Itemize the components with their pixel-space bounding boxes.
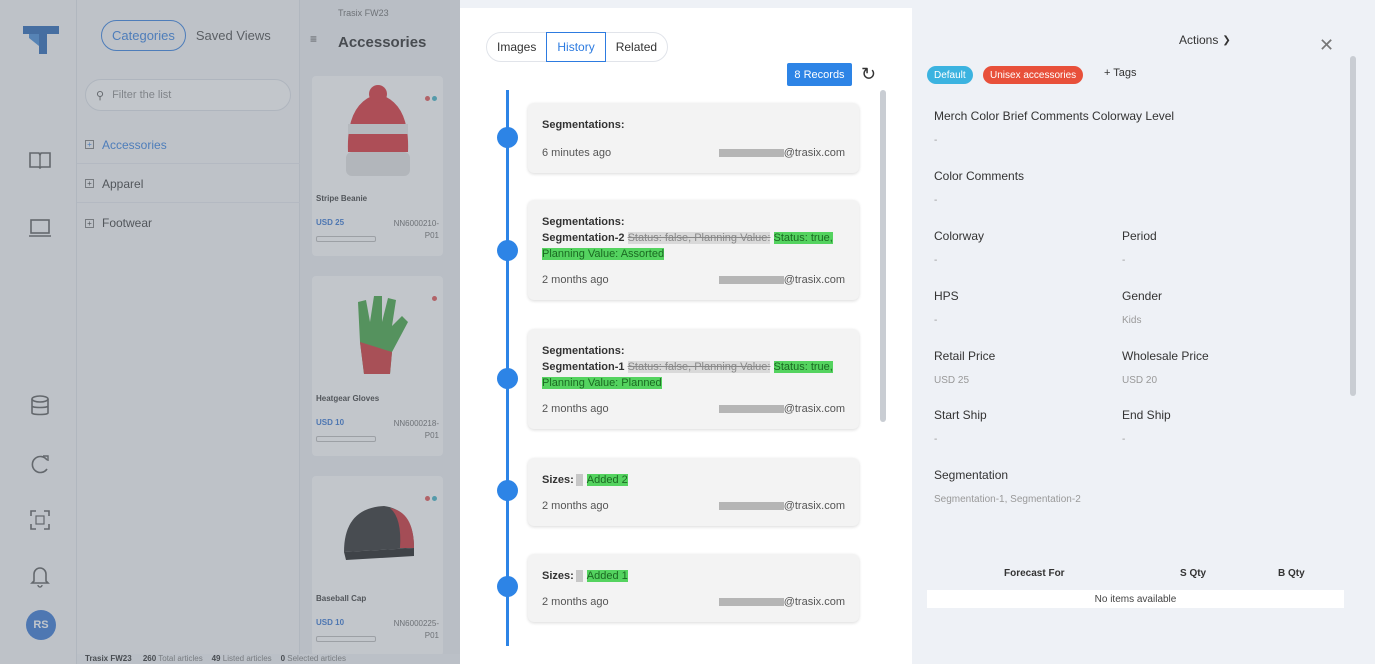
- modal-backdrop[interactable]: [0, 0, 460, 664]
- timeline-dot: [497, 480, 518, 501]
- field-end-ship: End Ship -: [1122, 408, 1171, 445]
- field-color-comments: Color Comments -: [934, 169, 1025, 206]
- tab-history[interactable]: History: [546, 32, 606, 62]
- tab-images[interactable]: Images: [487, 32, 546, 62]
- field-wholesale-price: Wholesale Price USD 20: [1122, 349, 1209, 386]
- history-scrollbar[interactable]: [880, 90, 886, 422]
- records-count-button[interactable]: 8 Records: [787, 63, 852, 86]
- chevron-down-icon: ❯: [1222, 34, 1231, 46]
- tag-default[interactable]: Default: [927, 66, 973, 84]
- entry-user: @trasix.com: [718, 500, 845, 512]
- forecast-empty-state: No items available: [927, 590, 1344, 608]
- entry-time: 2 months ago: [542, 403, 609, 415]
- redacted-email: [718, 502, 784, 510]
- field-start-ship: Start Ship -: [934, 408, 987, 445]
- redacted-email: [718, 276, 784, 284]
- timeline-dot: [497, 240, 518, 261]
- close-icon[interactable]: ✕: [1319, 35, 1334, 56]
- removed-value: Status: false, Planning Value:: [627, 232, 771, 244]
- field-segmentation: Segmentation Segmentation-1, Segmentation…: [934, 468, 1081, 505]
- actions-dropdown[interactable]: Actions ❯: [1179, 33, 1231, 47]
- forecast-header-for[interactable]: Forecast For: [1004, 568, 1065, 579]
- field-retail-price: Retail Price USD 25: [934, 349, 996, 386]
- field-gender: Gender Kids: [1122, 289, 1163, 326]
- entry-change: Segmentation-2 Status: false, Planning V…: [542, 232, 833, 260]
- entry-title: Segmentations:: [542, 216, 625, 228]
- history-entry: Sizes: Added 1 2 months ago @trasix.com: [528, 554, 859, 622]
- field-period: Period -: [1122, 229, 1157, 266]
- entry-user: @trasix.com: [718, 596, 845, 608]
- entry-title: Sizes: Added 2: [542, 474, 628, 487]
- entry-user: @trasix.com: [718, 147, 845, 159]
- forecast-header-bqty[interactable]: B Qty: [1278, 568, 1305, 579]
- field-colorway: Colorway -: [934, 229, 985, 266]
- entry-time: 2 months ago: [542, 274, 609, 286]
- entry-time: 2 months ago: [542, 596, 609, 608]
- field-hps: HPS -: [934, 289, 959, 326]
- entry-time: 6 minutes ago: [542, 147, 612, 159]
- details-panel: Actions ❯ ✕ Default Unisex accessories + …: [912, 8, 1366, 664]
- add-tags-button[interactable]: + Tags: [1104, 67, 1137, 79]
- timeline-dot: [497, 127, 518, 148]
- entry-user: @trasix.com: [718, 274, 845, 286]
- history-entry: Sizes: Added 2 2 months ago @trasix.com: [528, 458, 859, 526]
- entry-time: 2 months ago: [542, 500, 609, 512]
- forecast-header-sqty[interactable]: S Qty: [1180, 568, 1206, 579]
- refresh-icon[interactable]: ↻: [861, 64, 876, 85]
- entry-title: Sizes: Added 1: [542, 570, 628, 583]
- field-merch-color: Merch Color Brief Comments Colorway Leve…: [934, 109, 1175, 146]
- added-value: Added 1: [586, 570, 628, 582]
- tab-related[interactable]: Related: [606, 32, 667, 62]
- timeline-dot: [497, 368, 518, 389]
- detail-tabs: Images History Related: [486, 32, 669, 62]
- entry-user: @trasix.com: [718, 403, 845, 415]
- details-scrollbar[interactable]: [1350, 56, 1356, 396]
- removed-value: Status: false, Planning Value:: [627, 361, 771, 373]
- added-value: Added 2: [586, 474, 628, 486]
- history-entry: Segmentations: Segmentation-1 Status: fa…: [528, 329, 859, 429]
- entry-title: Segmentations:: [542, 345, 625, 357]
- redacted-email: [718, 149, 784, 157]
- entry-title: Segmentations:: [542, 119, 625, 131]
- timeline-dot: [497, 576, 518, 597]
- history-entry: Segmentations: 6 minutes ago @trasix.com: [528, 103, 859, 173]
- history-panel: Images History Related 8 Records ↻ Segme…: [460, 8, 912, 664]
- redacted-email: [718, 598, 784, 606]
- history-entry: Segmentations: Segmentation-2 Status: fa…: [528, 200, 859, 300]
- entry-change: Segmentation-1 Status: false, Planning V…: [542, 361, 833, 389]
- redacted-email: [718, 405, 784, 413]
- tag-unisex-accessories[interactable]: Unisex accessories: [983, 66, 1084, 84]
